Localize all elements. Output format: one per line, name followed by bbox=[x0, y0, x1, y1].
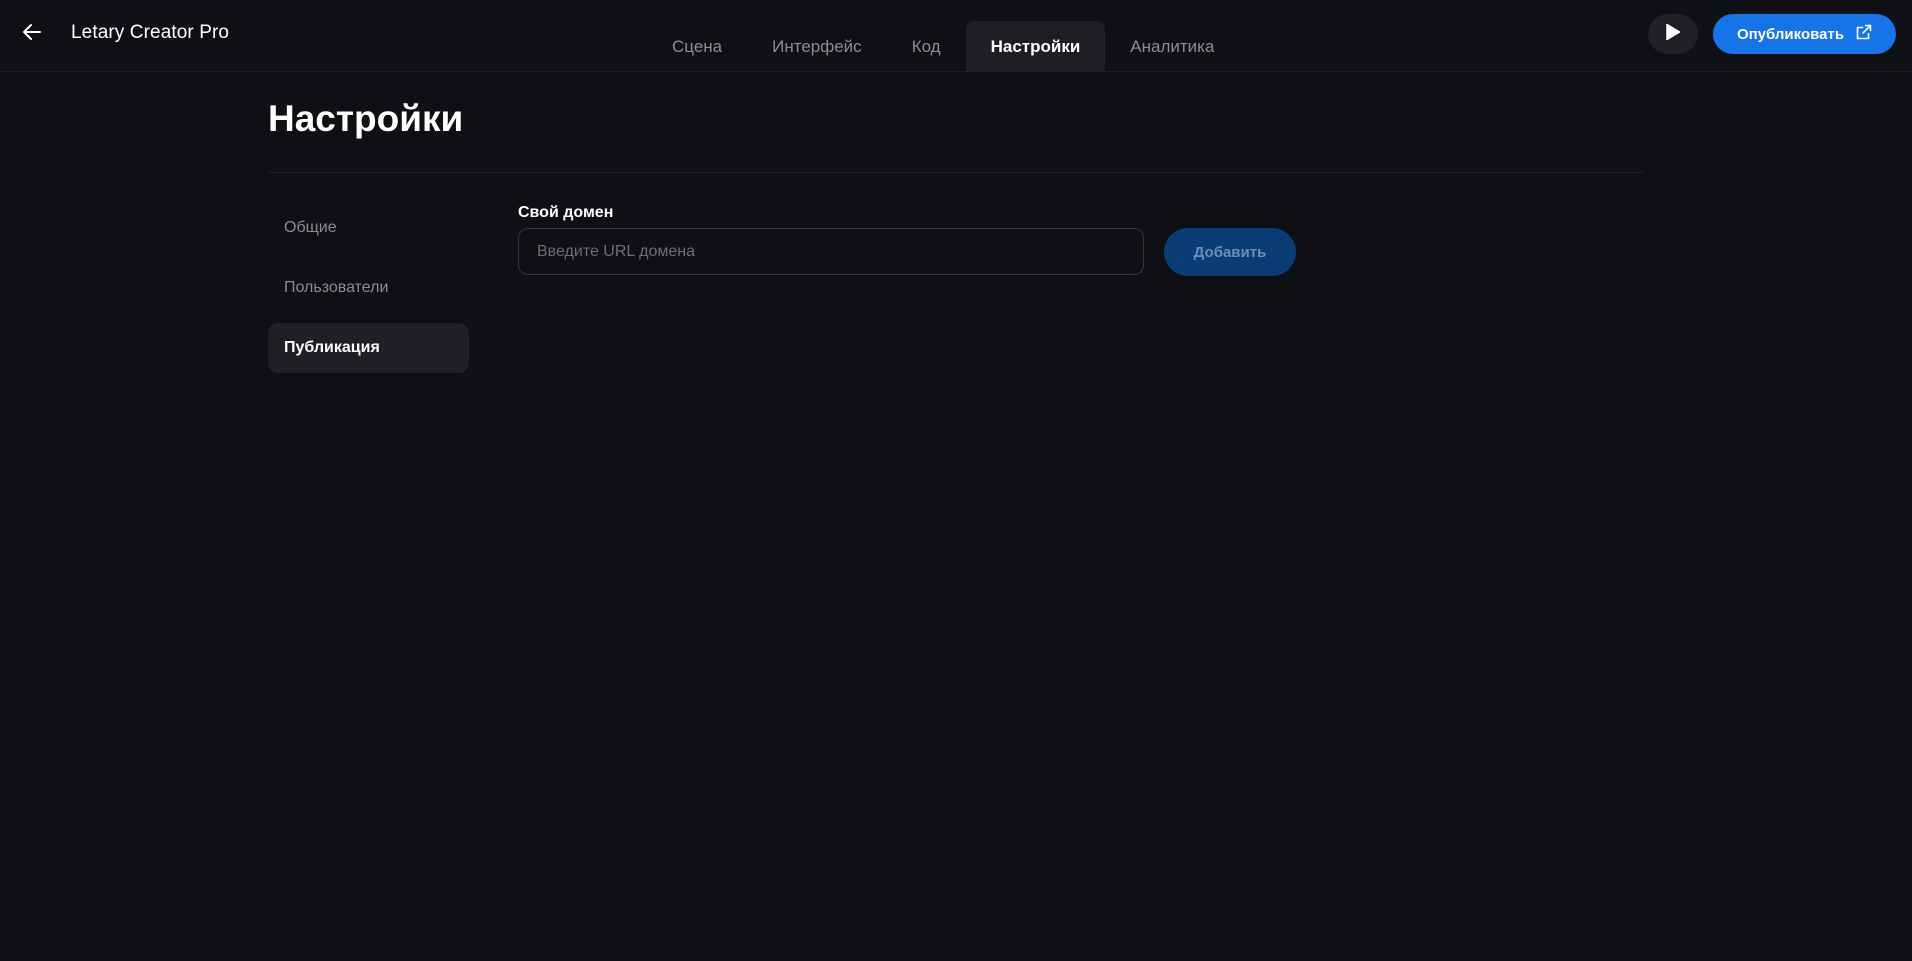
tab-settings[interactable]: Настройки bbox=[965, 21, 1106, 72]
top-bar: Letary Creator Pro Сцена Интерфейс Код Н… bbox=[0, 0, 1912, 72]
tab-analytics[interactable]: Аналитика bbox=[1105, 21, 1239, 72]
tab-code[interactable]: Код bbox=[887, 21, 966, 72]
main-tabs: Сцена Интерфейс Код Настройки Аналитика bbox=[647, 21, 1239, 72]
publish-button[interactable]: Опубликовать bbox=[1713, 14, 1896, 54]
tab-interface[interactable]: Интерфейс bbox=[747, 21, 887, 72]
add-domain-button[interactable]: Добавить bbox=[1164, 228, 1296, 276]
play-icon bbox=[1665, 23, 1681, 46]
back-button[interactable] bbox=[14, 18, 50, 50]
tab-scene[interactable]: Сцена bbox=[647, 21, 747, 72]
custom-domain-label: Свой домен bbox=[518, 204, 614, 221]
app-title: Letary Creator Pro bbox=[71, 22, 230, 43]
sidenav-item-publishing[interactable]: Публикация bbox=[268, 323, 469, 373]
sidenav-item-general[interactable]: Общие bbox=[268, 203, 469, 253]
external-link-icon bbox=[1856, 24, 1872, 44]
settings-sidenav: Общие Пользователи Публикация bbox=[268, 203, 469, 383]
domain-url-input[interactable] bbox=[518, 228, 1144, 275]
page-title: Настройки bbox=[268, 98, 464, 139]
arrow-left-icon bbox=[22, 23, 42, 46]
publish-button-label: Опубликовать bbox=[1736, 25, 1845, 43]
heading-divider bbox=[268, 172, 1645, 173]
sidenav-item-users[interactable]: Пользователи bbox=[268, 263, 469, 313]
play-button[interactable] bbox=[1648, 14, 1698, 54]
